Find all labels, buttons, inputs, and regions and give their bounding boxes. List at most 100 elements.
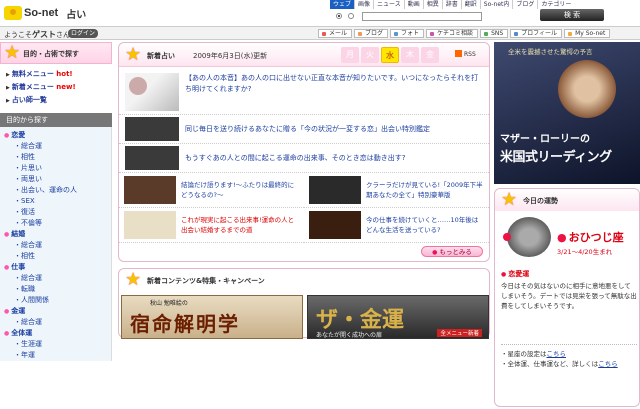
search-scope-radio[interactable]	[348, 13, 354, 19]
ad-banner[interactable]: 全米を震撼させた驚愕の予言 マザー・ローリーの 米国式リーディング	[494, 42, 640, 184]
daily-luck-header: ★ 今日の運勢	[495, 189, 639, 211]
rss-link[interactable]: RSS	[455, 50, 476, 58]
more-button[interactable]: もっとみる	[421, 246, 483, 257]
aries-sheep-icon	[507, 217, 551, 257]
right-column: 全米を震撼させた驚愕の予言 マザー・ローリーの 米国式リーディング ★ 今日の運…	[494, 42, 640, 407]
featured-thumbnail[interactable]	[125, 73, 179, 111]
subcategory[interactable]: 相性	[4, 251, 111, 262]
gnav-news[interactable]: ニュース	[373, 0, 404, 9]
category-marriage[interactable]: 結婚	[4, 229, 111, 240]
ad-portrait	[558, 60, 616, 118]
day-tab[interactable]: 金	[421, 47, 439, 63]
details-link[interactable]: こちら	[598, 360, 618, 368]
subcategory[interactable]: 出会い、運命の人	[4, 185, 111, 196]
day-tab[interactable]: 木	[401, 47, 419, 63]
panel-title: 新着占い	[147, 52, 175, 60]
gnav-video[interactable]: 動画	[403, 0, 423, 9]
subcategory[interactable]: 復活	[4, 207, 111, 218]
item-thumbnail[interactable]	[124, 176, 176, 204]
service-mail[interactable]: メール	[318, 29, 353, 38]
left-sidebar: ★ 目的・占術で探す 無料メニュー hot! 新着メニュー new! 占い師一覧…	[0, 42, 112, 409]
item-thumbnail[interactable]	[125, 117, 179, 141]
search-scope-radio[interactable]	[336, 13, 342, 19]
grid-item[interactable]: これが現実に起こる出来事!運命の人と出会い結婚するまでの道	[119, 208, 304, 243]
subcategory[interactable]: 総合運	[4, 317, 111, 328]
day-tab[interactable]: 月	[341, 47, 359, 63]
featured-title[interactable]: 【あの人の本音】あの人の口に出せない正直な本音が知りたいです。いつになったらそれ…	[185, 73, 483, 111]
hot-badge: hot!	[56, 70, 73, 78]
item-thumbnail[interactable]	[125, 146, 179, 170]
subcategory[interactable]: 生涯運	[4, 339, 111, 350]
subcategory[interactable]: 年運	[4, 350, 111, 361]
subcategory[interactable]: SEX	[4, 196, 111, 207]
service-photo[interactable]: フォト	[390, 29, 425, 38]
item-thumbnail[interactable]	[124, 211, 176, 239]
subcategory[interactable]: 相性	[4, 152, 111, 163]
grid-item[interactable]: 結論だけ語ります!〜ふたりは最終的にどうなるの?〜	[119, 173, 304, 208]
luck-links: 星座の設定はこちら 全体運、仕事運など、詳しくはこちら	[501, 344, 637, 369]
fortune-text: 今日はその気はないのに相手に意地悪をしてしまいそう。デートでは見栄を張って無駄な…	[501, 282, 637, 310]
gnav-sonet[interactable]: So-net内	[479, 0, 513, 9]
item-thumbnail[interactable]	[309, 211, 361, 239]
banner-subtitle: 秋山 勉唯絵の	[150, 300, 188, 307]
sidebar-link-new[interactable]: 新着メニュー new!	[6, 81, 112, 94]
gnav-web[interactable]: ウェブ	[330, 0, 355, 9]
subcategory[interactable]: 片思い	[4, 163, 111, 174]
service-profile[interactable]: プロフィール	[510, 29, 563, 38]
banner-kinun[interactable]: ザ・金運 あなたが開く成功への扉 全メニュー新着	[307, 295, 489, 339]
category-overall[interactable]: 全体運	[4, 328, 111, 339]
featured-item[interactable]: 【あの人の本音】あの人の口に出せない正直な本音が知りたいです。いつになったらそれ…	[119, 67, 489, 115]
item-title[interactable]: 同じ毎日を送り続けるあなたに贈る「今の状況が一変する恋」出会い特別鑑定	[185, 124, 430, 134]
daily-luck-panel: ★ 今日の運勢 おひつじ座 3/21〜4/20生まれ 恋愛運 今日はその気はない…	[494, 188, 640, 407]
banner-caption: あなたが開く成功への扉	[316, 332, 383, 339]
item-title[interactable]: クラーラだけが見ている!「2009年下半期あなたの全て」特別豪華版	[366, 180, 484, 200]
gnav-image[interactable]: 画像	[354, 0, 373, 9]
search-button[interactable]: 検 索	[540, 9, 604, 21]
service-blog[interactable]: ブログ	[354, 29, 389, 38]
item-title[interactable]: もうすぐあの人との間に起こる運命の出来事、そのとき恋は動き出す?	[185, 153, 405, 163]
subcategory[interactable]: 総合運	[4, 273, 111, 284]
sidebar-header: ★ 目的・占術で探す	[0, 42, 112, 64]
subcategory[interactable]: 総合運	[4, 141, 111, 152]
star-icon: ★	[125, 269, 142, 290]
category-header: 目的から探す	[0, 113, 112, 127]
service-sns[interactable]: SNS	[480, 29, 509, 38]
category-work[interactable]: 仕事	[4, 262, 111, 273]
welcome-prefix: ようこそ	[4, 31, 32, 39]
banner-shukumei[interactable]: 秋山 勉唯絵の 宿命解明学	[121, 295, 303, 339]
banner-tag: 全メニュー新着	[437, 329, 482, 337]
grid-item[interactable]: クラーラだけが見ている!「2009年下半期あなたの全て」特別豪華版	[304, 173, 489, 208]
day-tab-today[interactable]: 水	[381, 47, 399, 63]
sidebar-link-fortunetellers[interactable]: 占い師一覧	[6, 94, 112, 107]
subcategory[interactable]: 転職	[4, 284, 111, 295]
subcategory[interactable]: 人間関係	[4, 295, 111, 306]
zodiac-setting-line: 星座の設定はこちら	[501, 349, 637, 359]
daily-luck-title: 今日の運勢	[523, 197, 558, 205]
gnav-translate[interactable]: 翻訳	[460, 0, 480, 9]
subcategory[interactable]: 両思い	[4, 174, 111, 185]
service-mysonet[interactable]: My So-net	[564, 29, 611, 38]
subcategory[interactable]: 不倫等	[4, 218, 111, 229]
grid-item[interactable]: 今の仕事を続けていくと……10年後はどんな生活を送っている?	[304, 208, 489, 243]
zodiac-setting-link[interactable]: こちら	[547, 350, 567, 358]
gnav-compare[interactable]: 相異	[422, 0, 442, 9]
service-review[interactable]: ケチコミ相談	[426, 29, 479, 38]
subcategory[interactable]: 総合運	[4, 240, 111, 251]
gnav-dictionary[interactable]: 辞書	[441, 0, 461, 9]
list-item[interactable]: もうすぐあの人との間に起こる運命の出来事、そのとき恋は動き出す?	[119, 144, 489, 173]
search-input[interactable]	[362, 11, 482, 21]
guest-name: ゲスト	[32, 30, 56, 39]
item-title[interactable]: 結論だけ語ります!〜ふたりは最終的にどうなるの?〜	[181, 180, 299, 200]
item-title[interactable]: これが現実に起こる出来事!運命の人と出会い結婚するまでの道	[181, 215, 299, 235]
category-money[interactable]: 金運	[4, 306, 111, 317]
gnav-blog[interactable]: ブログ	[512, 0, 537, 9]
gnav-category[interactable]: カテゴリー	[537, 0, 574, 9]
category-love[interactable]: 恋愛	[4, 130, 111, 141]
item-title[interactable]: 今の仕事を続けていくと……10年後はどんな生活を送っている?	[366, 215, 484, 235]
day-tab[interactable]: 火	[361, 47, 379, 63]
site-logo[interactable]: So-net 占い	[4, 4, 124, 22]
sidebar-link-free[interactable]: 無料メニュー hot!	[6, 68, 112, 81]
item-thumbnail[interactable]	[309, 176, 361, 204]
login-button[interactable]: ログイン	[68, 29, 98, 38]
list-item[interactable]: 同じ毎日を送り続けるあなたに贈る「今の状況が一変する恋」出会い特別鑑定	[119, 115, 489, 144]
